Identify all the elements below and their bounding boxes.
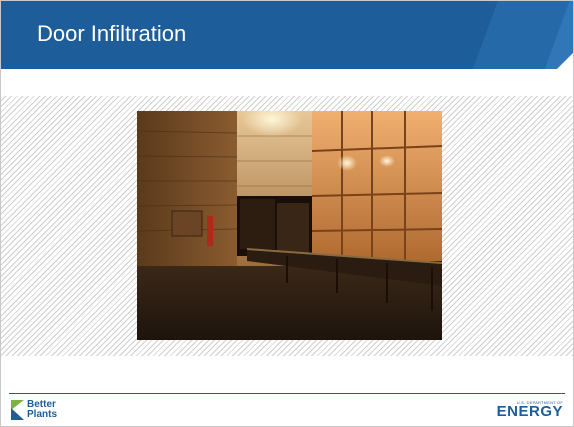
logo-text-line2: Plants [27, 409, 58, 420]
slide-header: Door Infiltration [1, 1, 573, 69]
header-corner-notch [557, 51, 573, 69]
doe-logo-text: ENERGY [496, 403, 563, 420]
photo-illustration [137, 111, 442, 340]
footer-divider [9, 393, 565, 394]
doe-energy-logo: U.S. DEPARTMENT OF ENERGY [497, 400, 563, 419]
slide-title: Door Infiltration [37, 21, 187, 46]
door-infiltration-photo [137, 111, 442, 340]
slide: Door Infiltration Better Plants U.S. DEP… [0, 0, 574, 427]
better-plants-mark-icon [11, 400, 24, 420]
better-plants-logo: Better Plants [11, 399, 57, 421]
